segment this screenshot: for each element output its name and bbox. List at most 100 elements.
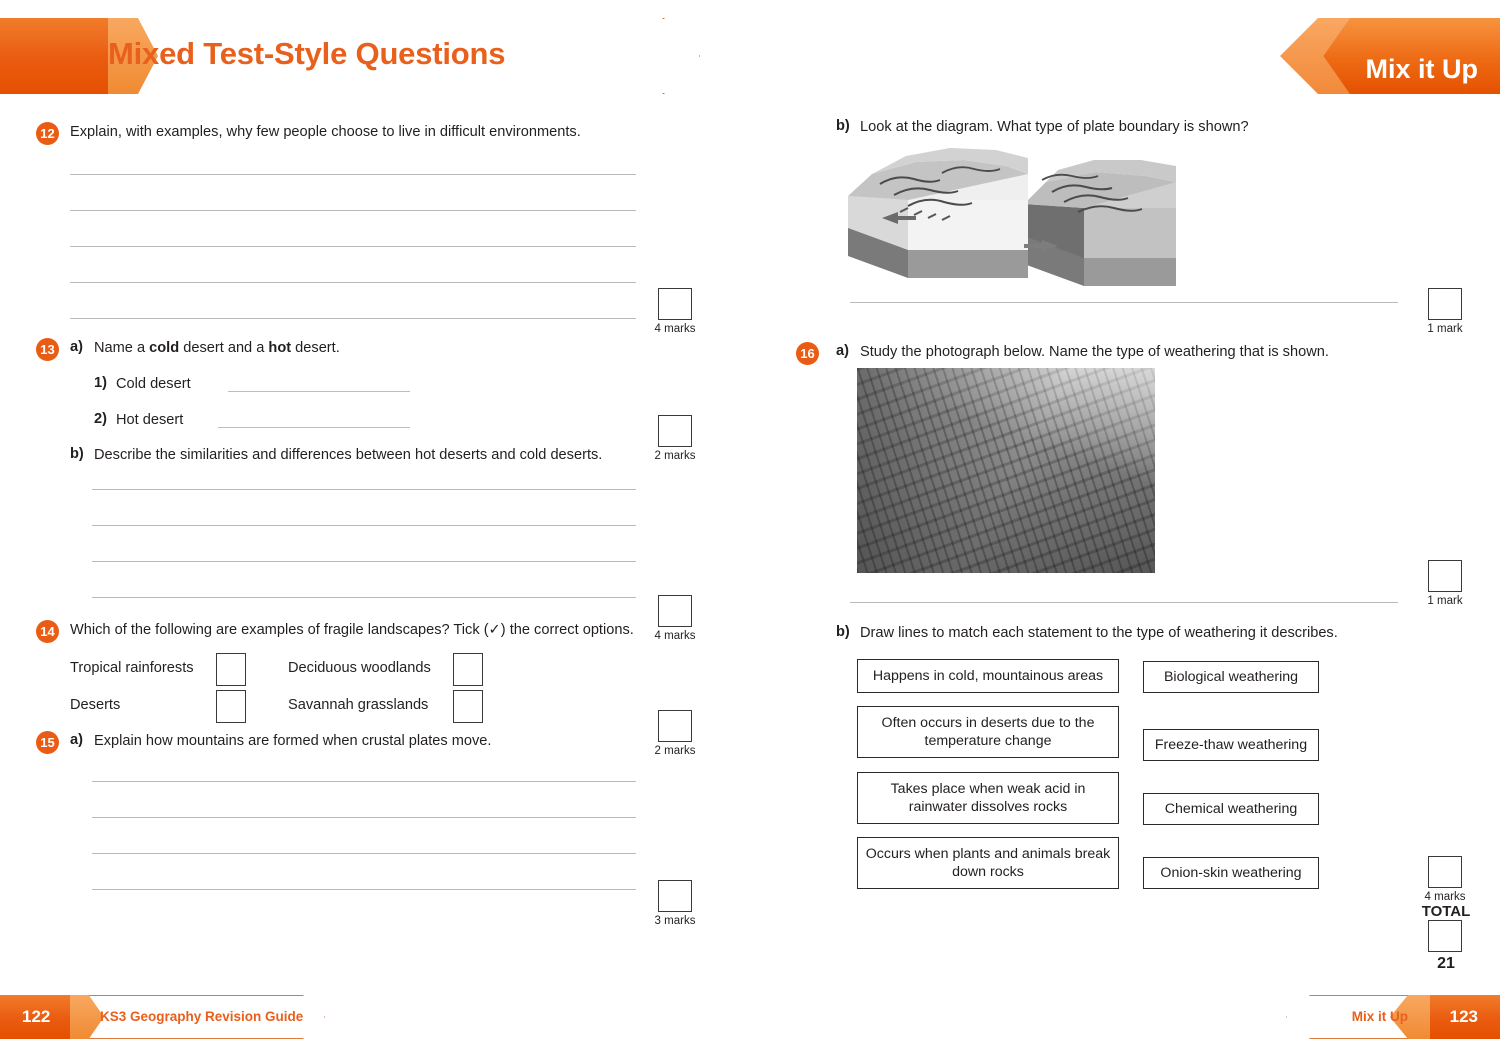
marks-caption: 1 mark [1427,595,1463,607]
marks-box-q16a[interactable]: 1 mark [1427,560,1468,607]
answer-line[interactable] [92,597,636,598]
q13-item-1-number: 1) [94,375,107,391]
marks-box[interactable] [658,595,692,627]
total-marks-box[interactable] [1428,920,1462,952]
question-15a-text: Explain how mountains are formed when cr… [94,733,492,749]
header-tab-label: Mix it Up [1365,54,1479,84]
marks-box[interactable] [1428,856,1462,888]
total-value: 21 [1437,955,1455,972]
q13-item-1-label: Cold desert [116,376,191,392]
question-14-text: Which of the following are examples of f… [70,622,634,638]
answer-line[interactable] [70,246,636,247]
answer-line[interactable] [70,174,636,175]
left-page-column: 12 Explain, with examples, why few peopl… [0,108,750,978]
question-number-14: 14 [36,620,59,643]
header-section-tab: Mix it Up [1280,18,1500,94]
match-answer-box[interactable]: Freeze-thaw weathering [1143,729,1319,761]
question-13a-text: Name a cold desert and a hot desert. [94,339,654,359]
marks-caption: 3 marks [654,915,696,927]
marks-box-q13a[interactable]: 2 marks [655,415,698,462]
answer-line[interactable] [92,525,636,526]
marks-box[interactable] [658,415,692,447]
marks-box-q13b[interactable]: 4 marks [655,595,698,642]
answer-line[interactable] [850,602,1398,603]
marks-box-q15a[interactable]: 3 marks [655,880,698,927]
marks-box-q12[interactable]: 4 marks [655,288,698,335]
header-orange-block [0,18,110,94]
option-label-deciduous-woodlands: Deciduous woodlands [288,660,431,676]
question-15b-text: Look at the diagram. What type of plate … [860,119,1249,135]
answer-line[interactable] [92,489,636,490]
marks-caption: 4 marks [654,323,696,335]
marks-box-q16b[interactable]: 4 marks [1425,856,1468,903]
marks-caption: 4 marks [1424,891,1466,903]
footer-left: 122 KS3 Geography Revision Guide [0,995,330,1039]
marks-box[interactable] [1428,288,1462,320]
right-page-column: b) Look at the diagram. What type of pla… [750,108,1500,978]
question-16a-text: Study the photograph below. Name the typ… [860,344,1329,360]
answer-line[interactable] [70,282,636,283]
footer-right: Mix it Up 123 [1170,995,1500,1039]
q13-item-2-number: 2) [94,411,107,427]
marks-caption: 2 marks [654,745,696,757]
tick-box-savannah-grasslands[interactable] [453,690,483,723]
page-title: Mixed Test-Style Questions [108,36,506,71]
marks-box[interactable] [1428,560,1462,592]
footer-book-title: KS3 Geography Revision Guide [100,1009,304,1024]
match-statement-box[interactable]: Happens in cold, mountainous areas [857,659,1119,693]
answer-line[interactable] [92,817,636,818]
marks-box[interactable] [658,288,692,320]
tick-box-deciduous-woodlands[interactable] [453,653,483,686]
question-number-12: 12 [36,122,59,145]
exposed-tree-roots-photograph [857,368,1155,573]
option-label-tropical-rainforests: Tropical rainforests [70,660,194,676]
answer-line[interactable] [850,302,1398,303]
q13a-bold-cold: cold [149,340,180,356]
q13a-bold-hot: hot [268,340,292,356]
answer-line[interactable] [70,210,636,211]
match-answer-box[interactable]: Onion-skin weathering [1143,857,1319,889]
tick-box-deserts[interactable] [216,690,246,723]
footer-page-number-left: 122 [22,1007,51,1026]
fill-in-rule-hot-desert[interactable] [218,427,410,428]
page-header: Mixed Test-Style Questions Mix it Up [0,0,1500,108]
match-answer-box[interactable]: Chemical weathering [1143,793,1319,825]
question-16b-text: Draw lines to match each statement to th… [860,625,1338,641]
answer-line[interactable] [92,781,636,782]
answer-line[interactable] [92,889,636,890]
answer-line[interactable] [70,318,636,319]
marks-box[interactable] [658,710,692,742]
question-16a-label: a) [836,343,849,359]
q13a-seg2: desert and a [179,340,269,356]
match-statement-box[interactable]: Takes place when weak acid in rainwater … [857,772,1119,824]
marks-caption: 1 mark [1427,323,1463,335]
answer-line[interactable] [92,853,636,854]
marks-box-q14[interactable]: 2 marks [655,710,698,757]
question-16b-label: b) [836,624,850,640]
marks-box[interactable] [658,880,692,912]
option-label-deserts: Deserts [70,697,121,713]
match-statement-box[interactable]: Often occurs in deserts due to the tempe… [857,706,1119,758]
question-12-text: Explain, with examples, why few people c… [70,124,581,140]
page-footer: 122 KS3 Geography Revision Guide Mix it … [0,979,1500,1061]
tick-box-tropical-rainforests[interactable] [216,653,246,686]
match-answer-box[interactable]: Biological weathering [1143,661,1319,693]
total-label: TOTAL [1421,903,1471,920]
q13a-seg1: Name a [94,340,150,356]
plate-boundary-block-diagram [848,148,1176,286]
option-label-savannah-grasslands: Savannah grasslands [288,697,429,713]
marks-caption: 4 marks [654,630,696,642]
question-15b-label: b) [836,118,850,134]
answer-line[interactable] [92,561,636,562]
question-number-15: 15 [36,731,59,754]
question-15a-label: a) [70,732,83,748]
footer-page-number-right: 123 [1449,1007,1478,1026]
marks-box[interactable] [1428,920,1462,952]
q13a-seg3: desert. [291,340,340,356]
question-13a-label: a) [70,339,83,355]
fill-in-rule-cold-desert[interactable] [228,391,410,392]
marks-box-q15b[interactable]: 1 mark [1427,288,1468,335]
q13-item-2-label: Hot desert [116,412,184,428]
match-statement-box[interactable]: Occurs when plants and animals break dow… [857,837,1119,889]
question-13b-label: b) [70,446,84,462]
